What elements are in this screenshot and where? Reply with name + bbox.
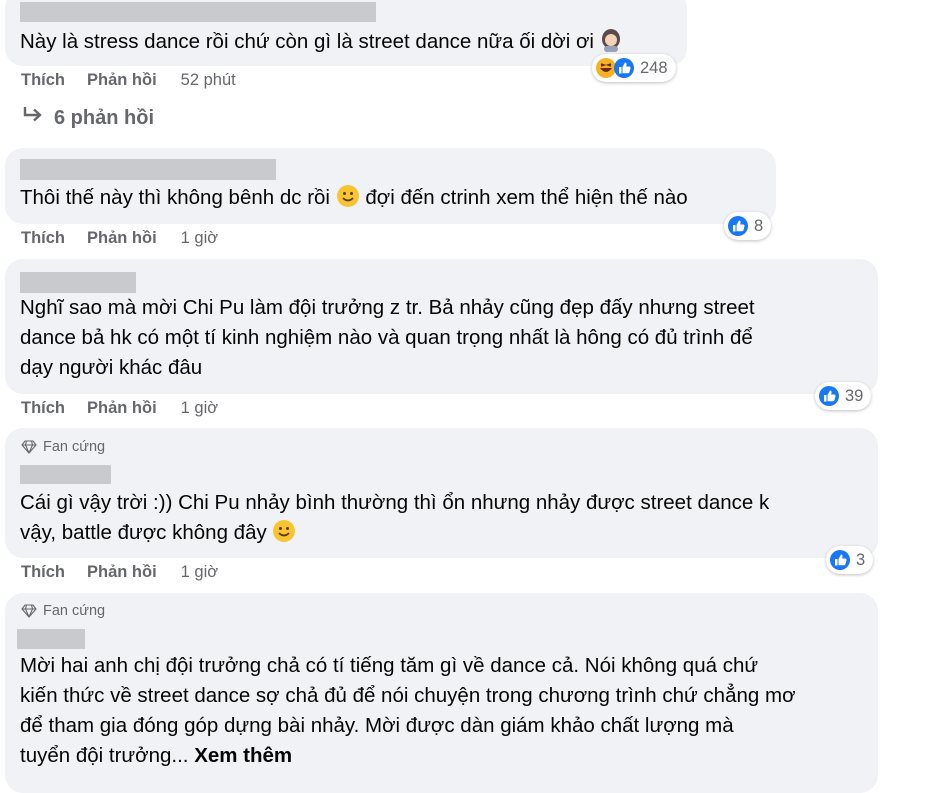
reply-arrow-icon	[22, 105, 44, 131]
comment-text: Mời hai anh chị đội trưởng chả có tí tiế…	[20, 651, 796, 771]
comment-line: vậy, battle được không đây	[20, 518, 769, 552]
comment-timestamp: 1 giờ	[180, 229, 219, 247]
comment-actions: Thích Phản hồi 52 phút	[21, 71, 236, 90]
comment-line: Cái gì vậy trời :)) Chi Pu nhảy bình thư…	[20, 491, 770, 514]
comment-actions: Thích Phản hồi 1 giờ	[21, 229, 218, 248]
comment-text-part: tuyển đội trưởng...	[20, 744, 189, 767]
redacted-author-name	[20, 2, 376, 22]
comment-line: Nghĩ sao mà mời Chi Pu làm đội trưởng z …	[20, 296, 755, 319]
redacted-author-name	[20, 159, 276, 180]
comment-actions: Thích Phản hồi 1 giờ	[21, 563, 218, 582]
like-icon	[829, 549, 851, 571]
comment-line: dance bả hk có một tí kinh nghiệm nào và…	[20, 326, 753, 349]
top-fan-badge: Fan cứng	[21, 603, 105, 619]
comment-line: dạy người khác đâu	[20, 356, 203, 379]
comment-line: Mời hai anh chị đội trưởng chả có tí tiế…	[20, 654, 759, 677]
like-icon	[727, 215, 749, 237]
comment-line: để tham gia đóng góp dựng bài nhảy. Mời …	[20, 714, 734, 737]
smile-emoji	[272, 519, 296, 552]
comment-text-part: đợi đến ctrinh xem thể hiện thế nào	[365, 186, 688, 209]
like-button[interactable]: Thích	[21, 229, 65, 248]
like-icon	[613, 57, 635, 79]
top-fan-badge: Fan cứng	[21, 439, 105, 455]
reaction-summary[interactable]: 248	[592, 54, 676, 82]
reaction-summary[interactable]: 8	[724, 212, 772, 240]
badge-label: Fan cứng	[43, 603, 106, 619]
see-more-link[interactable]: Xem thêm	[194, 744, 292, 767]
comment-line: kiến thức về street dance sợ chả đủ để n…	[20, 684, 796, 707]
view-replies-label: 6 phản hồi	[54, 106, 154, 129]
like-button[interactable]: Thích	[21, 399, 65, 418]
comment-text: Thôi thế này thì không bênh dc rồi đợi đ…	[20, 183, 688, 217]
like-button[interactable]: Thích	[21, 71, 65, 90]
reaction-summary[interactable]: 3	[826, 546, 874, 574]
comment-text: Nghĩ sao mà mời Chi Pu làm đội trưởng z …	[20, 293, 755, 383]
like-button[interactable]: Thích	[21, 563, 65, 582]
reaction-count: 39	[845, 386, 864, 405]
diamond-icon	[21, 440, 37, 454]
reaction-summary[interactable]: 39	[815, 382, 872, 410]
reaction-count: 8	[754, 216, 764, 235]
comment-line: tuyển đội trưởng... Xem thêm	[20, 741, 796, 771]
reply-button[interactable]: Phản hồi	[87, 399, 157, 418]
comment-timestamp: 1 giờ	[180, 399, 219, 417]
reaction-count: 3	[856, 550, 866, 569]
diamond-icon	[21, 604, 37, 618]
comment-text-part: Thôi thế này thì không bênh dc rồi	[20, 186, 330, 209]
comment-text-part: vậy, battle được không đây	[20, 521, 267, 544]
smile-emoji	[336, 184, 360, 217]
like-icon	[818, 385, 840, 407]
reply-button[interactable]: Phản hồi	[87, 563, 157, 582]
reply-button[interactable]: Phản hồi	[87, 71, 157, 90]
badge-label: Fan cứng	[43, 439, 106, 455]
comment-actions: Thích Phản hồi 1 giờ	[21, 399, 218, 418]
comment-timestamp: 52 phút	[180, 71, 236, 89]
view-replies-link[interactable]: 6 phản hồi	[22, 105, 154, 131]
comment-timestamp: 1 giờ	[180, 563, 219, 581]
reaction-count: 248	[640, 58, 668, 77]
redacted-author-name	[17, 629, 85, 649]
comment-text-content: Này là stress dance rồi chứ còn gì là st…	[20, 30, 594, 53]
redacted-author-name	[20, 465, 111, 484]
comment-text: Này là stress dance rồi chứ còn gì là st…	[20, 27, 622, 61]
comment-text: Cái gì vậy trời :)) Chi Pu nhảy bình thư…	[20, 488, 769, 552]
redacted-author-name	[20, 272, 136, 293]
reply-button[interactable]: Phản hồi	[87, 229, 157, 248]
